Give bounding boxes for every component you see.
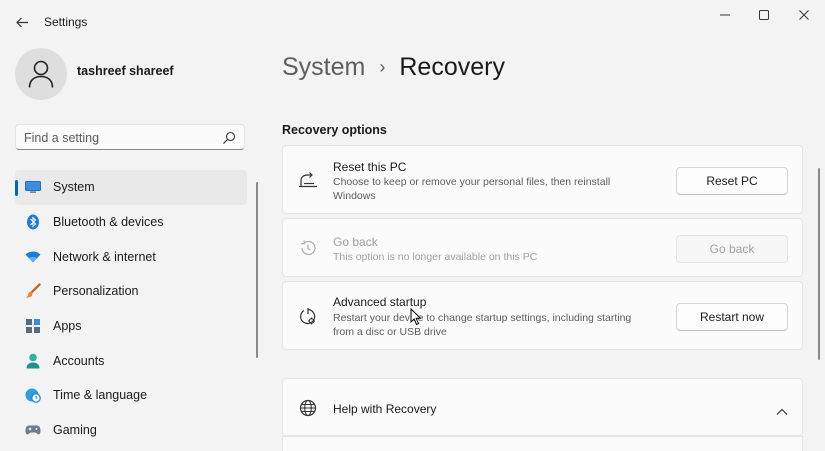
breadcrumb-parent[interactable]: System [282,53,365,82]
back-button[interactable] [10,10,34,34]
user-name: tashreef shareef [77,64,174,78]
chevron-up-icon[interactable] [776,403,788,415]
card-description: Choose to keep or remove your personal f… [333,176,611,202]
avatar[interactable] [15,48,67,100]
advanced-startup-icon [297,306,319,328]
sidebar-nav: System Bluetooth & devices Network & int… [15,170,247,448]
go-back-button[interactable]: Go back [676,235,788,263]
app-title: Settings [44,15,88,29]
arrow-left-icon [15,17,28,27]
bluetooth-icon [25,214,41,230]
maximize-icon [759,10,769,20]
gamepad-icon [25,422,41,438]
section-title: Recovery options [282,123,387,137]
sidebar-item-time-language[interactable]: Time & language [15,378,247,413]
sidebar-item-system[interactable]: System [15,170,247,205]
monitor-icon [25,179,41,195]
card-title: Help with Recovery [333,402,437,416]
go-back-card: Go back This option is no longer availab… [282,218,803,277]
help-recovery-content [282,436,803,451]
main-scrollbar[interactable] [818,168,820,360]
sidebar-item-label: Time & language [53,388,148,403]
sidebar-item-gaming[interactable]: Gaming [15,413,247,448]
page-title: Recovery [399,52,505,81]
sidebar-item-label: Gaming [53,423,97,438]
minimize-icon [720,14,730,16]
advanced-startup-card: Advanced startup Restart your device to … [282,281,803,350]
sidebar-item-personalization[interactable]: Personalization [15,274,247,309]
cursor-icon [410,308,422,326]
search-input[interactable] [24,129,214,146]
person-icon [28,60,54,88]
sidebar-item-label: Personalization [53,284,139,299]
help-recovery-header[interactable]: Help with Recovery [282,378,803,436]
title-bar: Settings [0,0,825,44]
maximize-button[interactable] [744,4,784,26]
sidebar-item-network[interactable]: Network & internet [15,239,247,274]
close-button[interactable] [784,4,824,26]
wifi-icon [25,249,41,265]
sidebar-scrollbar[interactable] [256,182,258,358]
card-title: Reset this PC [333,160,407,174]
sidebar-item-accounts[interactable]: Accounts [15,343,247,378]
sidebar-item-label: Network & internet [53,249,156,264]
sidebar-item-label: Bluetooth & devices [53,215,164,230]
close-icon [799,10,809,20]
brush-icon [25,283,41,299]
search-box[interactable] [15,124,245,150]
sidebar-item-apps[interactable]: Apps [15,309,247,344]
active-indicator [15,180,18,196]
globe-icon [297,397,319,419]
sidebar-item-label: Accounts [53,353,105,368]
sidebar-item-bluetooth[interactable]: Bluetooth & devices [15,205,247,240]
card-title: Advanced startup [333,295,427,309]
sidebar-item-label: Apps [53,319,82,334]
reset-pc-icon [297,169,319,191]
sidebar-item-label: System [53,180,95,195]
globe-clock-icon [25,387,41,404]
history-icon [297,237,319,259]
minimize-button[interactable] [705,4,745,26]
reset-pc-card: Reset this PC Choose to keep or remove y… [282,145,803,214]
reset-pc-button[interactable]: Reset PC [676,167,788,195]
apps-icon [25,318,41,334]
card-description: This option is no longer available on th… [333,251,538,263]
search-icon[interactable] [222,131,236,145]
card-title: Go back [333,235,378,249]
chevron-right-icon: › [379,56,386,77]
account-icon [25,353,41,369]
card-description: Restart your device to change startup se… [333,312,632,338]
breadcrumb: System › Recovery [282,50,505,84]
restart-now-button[interactable]: Restart now [676,303,788,331]
